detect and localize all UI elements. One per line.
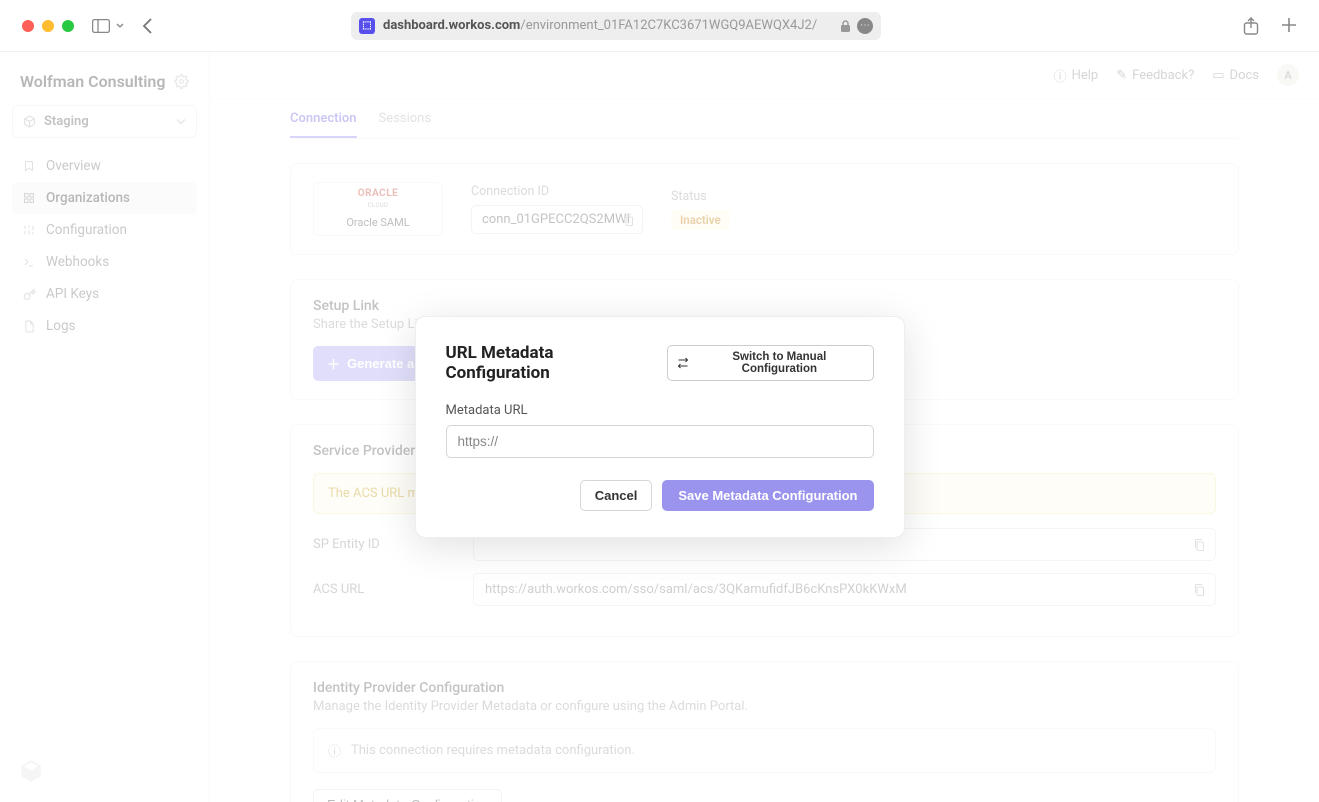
swap-icon	[677, 357, 689, 369]
url-text: dashboard.workos.com/environment_01FA12C…	[383, 18, 832, 33]
address-bar[interactable]: ⬚ dashboard.workos.com/environment_01FA1…	[351, 12, 881, 40]
back-button[interactable]	[142, 17, 153, 35]
metadata-url-label: Metadata URL	[446, 403, 874, 418]
window-controls	[22, 20, 74, 32]
share-icon[interactable]	[1243, 17, 1259, 35]
lock-icon	[840, 20, 851, 32]
maximize-window[interactable]	[62, 20, 74, 32]
switch-manual-button[interactable]: Switch to Manual Configuration	[667, 345, 873, 381]
modal-title: URL Metadata Configuration	[446, 343, 658, 383]
metadata-url-input[interactable]	[446, 425, 874, 458]
close-window[interactable]	[22, 20, 34, 32]
minimize-window[interactable]	[42, 20, 54, 32]
modal-overlay: URL Metadata Configuration Switch to Man…	[0, 52, 1319, 802]
browser-toolbar: ⬚ dashboard.workos.com/environment_01FA1…	[0, 0, 1319, 52]
site-favicon: ⬚	[359, 18, 375, 34]
cancel-button[interactable]: Cancel	[580, 480, 653, 511]
sidebar-toggle-icon[interactable]	[92, 19, 124, 33]
save-metadata-button[interactable]: Save Metadata Configuration	[662, 480, 873, 511]
more-icon[interactable]: ⋯	[857, 18, 873, 34]
new-tab-icon[interactable]	[1281, 17, 1297, 35]
metadata-config-modal: URL Metadata Configuration Switch to Man…	[415, 316, 905, 538]
